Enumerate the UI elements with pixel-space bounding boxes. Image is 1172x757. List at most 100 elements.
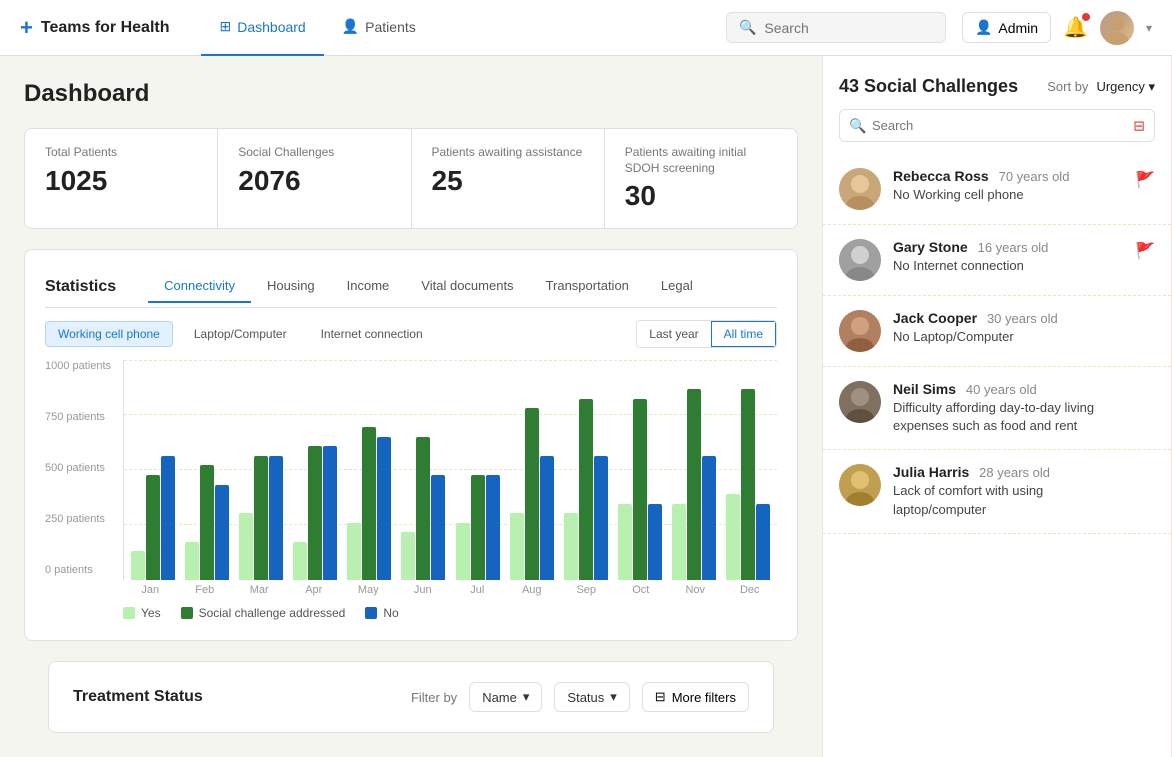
page-title: Dashboard	[24, 80, 798, 108]
x-label-oct: Oct	[621, 584, 661, 596]
main-content: Dashboard Total Patients 1025 Social Cha…	[0, 56, 1172, 757]
chart-bar	[525, 408, 539, 580]
subtab-internet[interactable]: Internet connection	[308, 321, 436, 347]
chart-bar	[431, 475, 445, 580]
chart-bar	[131, 551, 145, 580]
bar-group	[726, 389, 770, 580]
admin-icon: 👤	[975, 19, 992, 36]
chart-bar	[416, 437, 430, 580]
x-label-jan: Jan	[130, 584, 170, 596]
chart-bar	[377, 437, 391, 580]
chart-bar	[648, 504, 662, 580]
statistics-section: Statistics Connectivity Housing Income V…	[24, 249, 798, 641]
challenge-desc-4: Difficulty affording day-to-day living e…	[893, 399, 1126, 435]
y-label-750: 750 patients	[45, 411, 123, 423]
statistics-tabs: Connectivity Housing Income Vital docume…	[148, 270, 777, 303]
y-label-500: 500 patients	[45, 462, 123, 474]
stat-value-assistance: 25	[432, 165, 584, 197]
panel-search-input[interactable]	[839, 109, 1155, 142]
x-label-sep: Sep	[566, 584, 606, 596]
stats-row: Total Patients 1025 Social Challenges 20…	[24, 128, 798, 229]
chart-container: 0 patients 250 patients 500 patients 750…	[45, 360, 777, 620]
panel-search: 🔍 ⊟	[839, 109, 1155, 142]
stat-label-assistance: Patients awaiting assistance	[432, 145, 584, 161]
chart-legend: Yes Social challenge addressed No	[123, 606, 777, 620]
nav-patients-label: Patients	[365, 19, 416, 35]
panel-filter-icon[interactable]: ⊟	[1133, 117, 1145, 134]
tab-vital-documents[interactable]: Vital documents	[405, 270, 529, 303]
x-label-feb: Feb	[185, 584, 225, 596]
search-input[interactable]	[764, 20, 933, 36]
time-all-time[interactable]: All time	[711, 321, 776, 347]
challenge-name-4: Neil Sims	[893, 381, 956, 397]
tab-connectivity[interactable]: Connectivity	[148, 270, 251, 303]
tab-income[interactable]: Income	[331, 270, 406, 303]
challenge-item: Julia Harris 28 years old Lack of comfor…	[823, 450, 1171, 533]
chart-bar	[471, 475, 485, 580]
tab-transportation[interactable]: Transportation	[530, 270, 645, 303]
challenge-info-4: Neil Sims 40 years old Difficulty afford…	[893, 381, 1126, 435]
chart-bar	[594, 456, 608, 580]
chart-bar	[702, 456, 716, 580]
stat-sdoh-screening: Patients awaiting initial SDOH screening…	[605, 129, 797, 228]
chart-bar	[579, 399, 593, 580]
sort-value[interactable]: Urgency ▾	[1096, 79, 1155, 95]
right-panel: 43 Social Challenges Sort by Urgency ▾ 🔍…	[822, 56, 1172, 757]
x-label-apr: Apr	[294, 584, 334, 596]
challenge-age-3: 30 years old	[987, 311, 1058, 326]
chart-bar	[293, 542, 307, 580]
bar-group	[131, 456, 175, 580]
chart-bar	[672, 504, 686, 580]
nav-dashboard-label: Dashboard	[237, 19, 306, 35]
brand-name: Teams for Health	[41, 19, 170, 37]
filter-status-value: Status	[567, 690, 604, 705]
no-flag-4: 🚩	[1138, 381, 1155, 398]
notification-button[interactable]: 🔔	[1063, 15, 1088, 40]
stat-value-total: 1025	[45, 165, 197, 197]
challenge-age-4: 40 years old	[966, 382, 1037, 397]
filter-name-select[interactable]: Name ▾	[469, 682, 542, 712]
legend-label-yes: Yes	[141, 606, 161, 620]
chart-bar	[726, 494, 740, 580]
subtab-laptop[interactable]: Laptop/Computer	[181, 321, 300, 347]
legend-addressed: Social challenge addressed	[181, 606, 346, 620]
panel-title: 43 Social Challenges	[839, 76, 1039, 97]
avatar[interactable]	[1100, 11, 1134, 45]
bar-group	[185, 465, 229, 580]
more-filters-button[interactable]: ⊟ More filters	[642, 682, 749, 712]
challenge-desc-5: Lack of comfort with using laptop/comput…	[893, 482, 1126, 518]
subtab-cell-phone[interactable]: Working cell phone	[45, 321, 173, 347]
challenge-item: Rebecca Ross 70 years old No Working cel…	[823, 154, 1171, 225]
time-last-year[interactable]: Last year	[637, 321, 710, 347]
challenge-name-2: Gary Stone	[893, 239, 968, 255]
chart-bar	[633, 399, 647, 580]
filter-status-select[interactable]: Status ▾	[554, 682, 629, 712]
stat-social-challenges: Social Challenges 2076	[218, 129, 411, 228]
challenge-item: Gary Stone 16 years old No Internet conn…	[823, 225, 1171, 296]
y-label-0: 0 patients	[45, 564, 123, 576]
challenge-info-5: Julia Harris 28 years old Lack of comfor…	[893, 464, 1126, 518]
bar-group	[293, 446, 337, 580]
challenge-info-1: Rebecca Ross 70 years old No Working cel…	[893, 168, 1123, 204]
notification-dot	[1082, 13, 1090, 21]
admin-button[interactable]: 👤 Admin	[962, 12, 1051, 43]
nav-item-dashboard[interactable]: ⊞ Dashboard	[201, 0, 323, 56]
challenge-name-1: Rebecca Ross	[893, 168, 989, 184]
stat-total-patients: Total Patients 1025	[25, 129, 218, 228]
tab-legal[interactable]: Legal	[645, 270, 709, 303]
search-bar[interactable]: 🔍	[726, 12, 946, 43]
treatment-title: Treatment Status	[73, 688, 399, 706]
tab-housing[interactable]: Housing	[251, 270, 331, 303]
challenge-desc-2: No Internet connection	[893, 257, 1123, 275]
panel-header: 43 Social Challenges Sort by Urgency ▾	[823, 56, 1171, 109]
panel-search-icon: 🔍	[849, 117, 866, 134]
stat-value-social: 2076	[238, 165, 390, 197]
y-label-250: 250 patients	[45, 513, 123, 525]
chart-bar	[741, 389, 755, 580]
stat-label-total: Total Patients	[45, 145, 197, 161]
challenge-age-1: 70 years old	[999, 169, 1070, 184]
x-label-may: May	[348, 584, 388, 596]
search-icon: 🔍	[739, 19, 756, 36]
x-labels: Jan Feb Mar Apr May Jun Jul Aug Sep Oct …	[123, 580, 777, 596]
nav-item-patients[interactable]: 👤 Patients	[324, 0, 434, 56]
